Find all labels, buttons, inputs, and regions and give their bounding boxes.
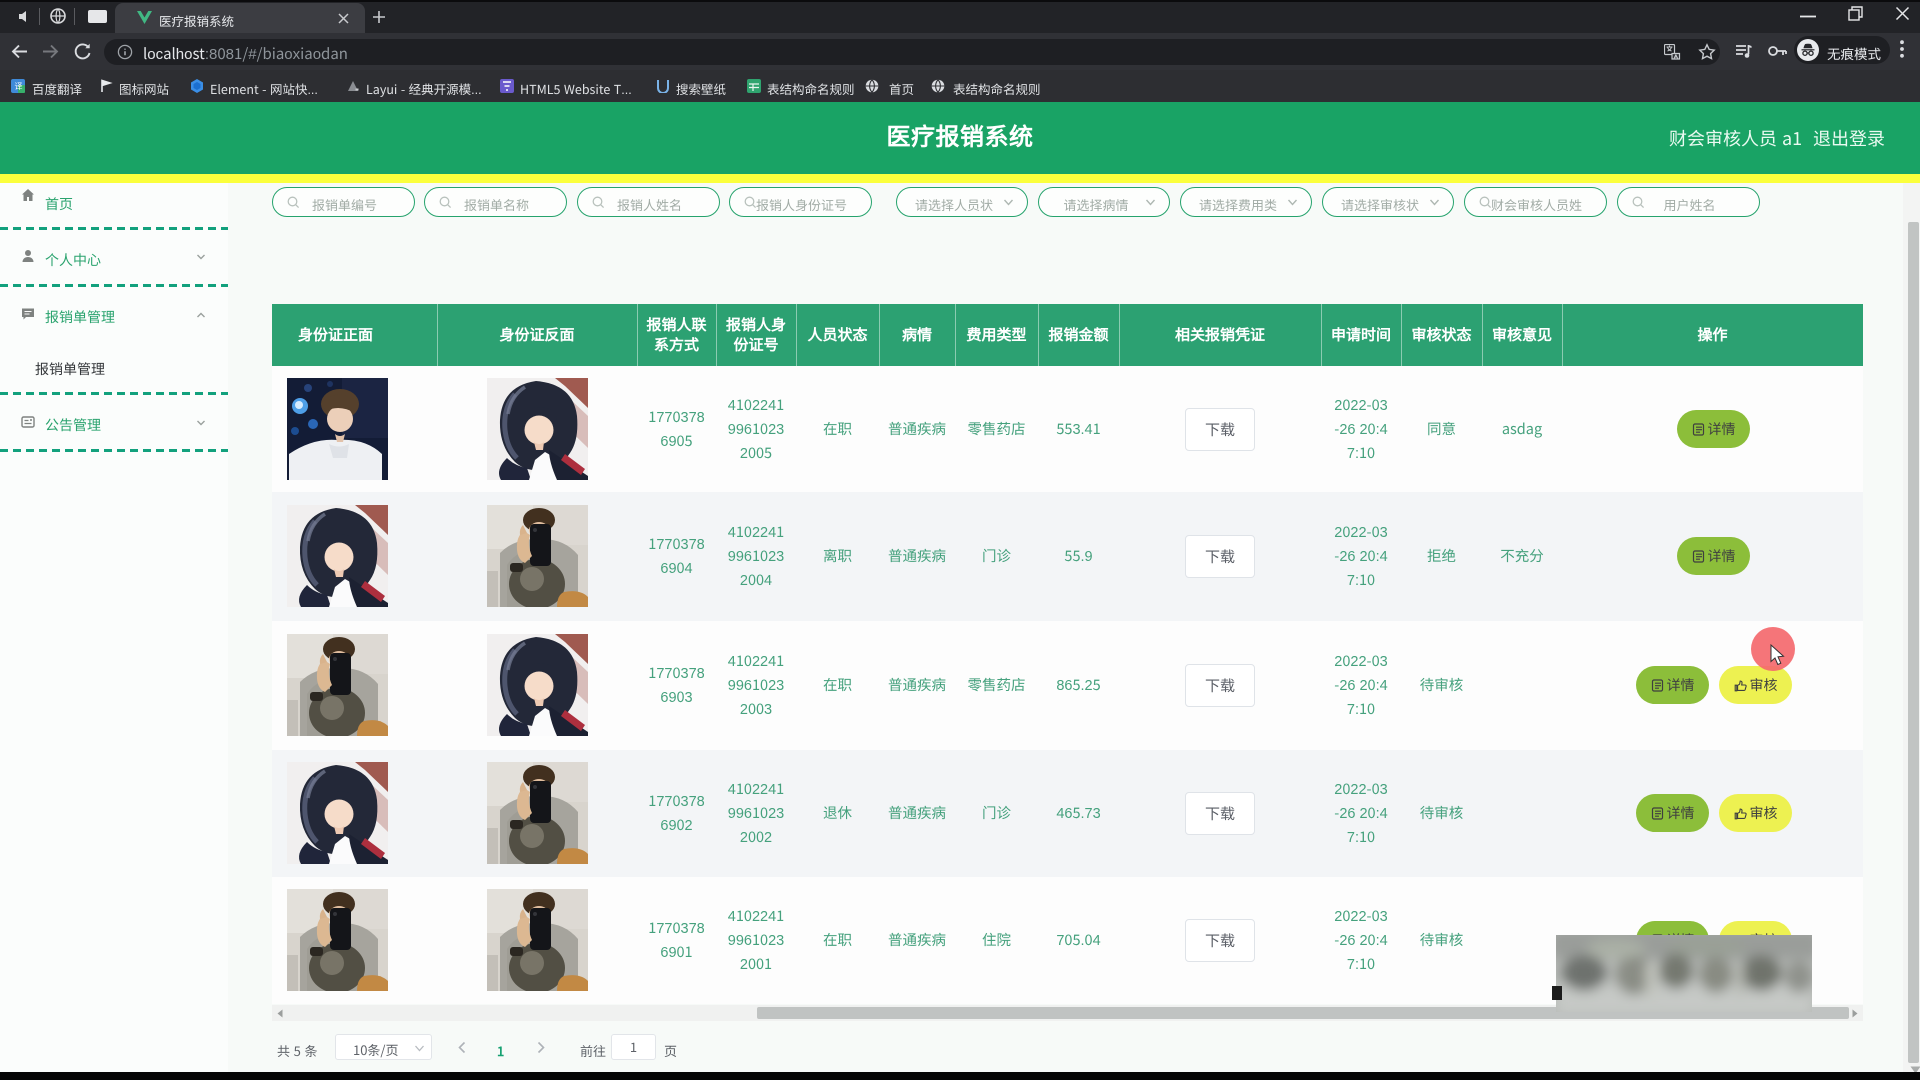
svg-text:译: 译 bbox=[15, 82, 23, 91]
